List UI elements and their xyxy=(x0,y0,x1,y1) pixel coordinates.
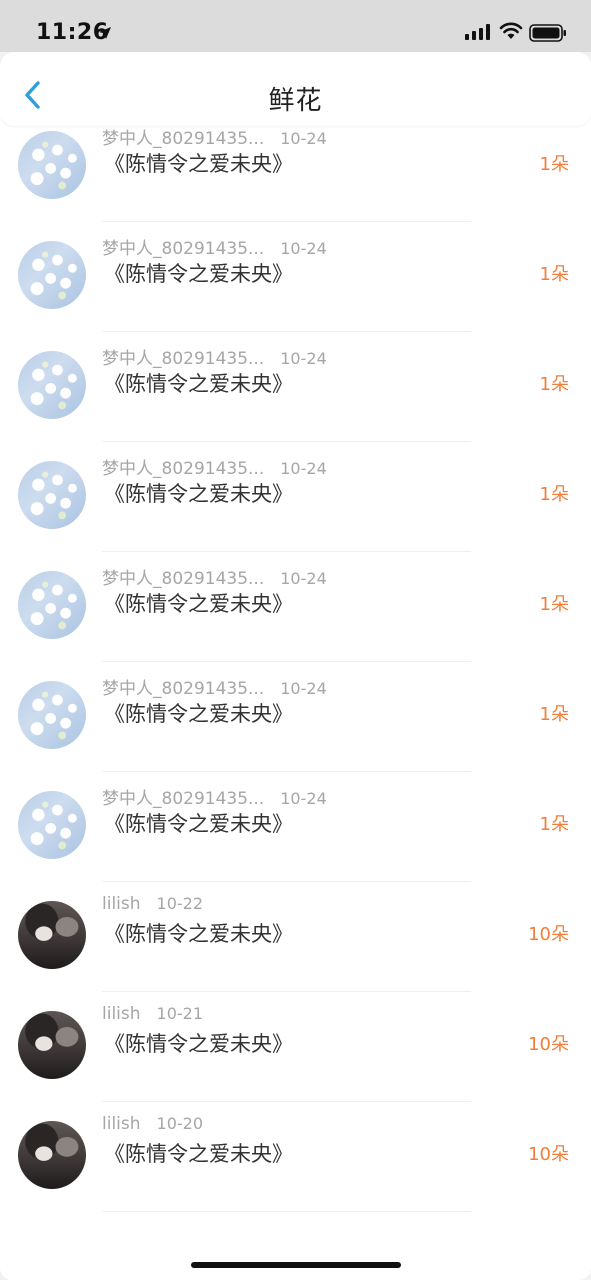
username: 梦中人_80291435... xyxy=(102,349,265,369)
book-title: 《陈情令之爱未央》 xyxy=(104,702,293,726)
location-arrow-icon xyxy=(99,27,111,39)
gift-date: 10-24 xyxy=(280,129,327,148)
user-avatar[interactable] xyxy=(18,131,86,199)
user-avatar[interactable] xyxy=(18,791,86,859)
list-item[interactable]: 梦中人_80291435... 10-24 《陈情令之爱未央》 1朵 xyxy=(0,552,591,662)
status-bar: 11:26 xyxy=(0,0,591,52)
list-item[interactable]: 梦中人_80291435... 10-24 《陈情令之爱未央》 1朵 xyxy=(0,662,591,772)
row-meta: 梦中人_80291435... 10-24 xyxy=(102,784,327,809)
gift-date: 10-21 xyxy=(156,1004,204,1023)
book-title: 《陈情令之爱未央》 xyxy=(104,1142,293,1166)
row-meta: lilish 10-22 xyxy=(102,894,203,914)
book-title: 《陈情令之爱未央》 xyxy=(104,152,293,176)
list-item[interactable]: lilish 10-21 《陈情令之爱未央》 10朵 xyxy=(0,992,591,1102)
book-title: 《陈情令之爱未央》 xyxy=(104,1032,293,1056)
gift-date: 10-24 xyxy=(280,239,327,258)
user-avatar[interactable] xyxy=(18,351,86,419)
home-indicator xyxy=(191,1262,401,1268)
username: 梦中人_80291435... xyxy=(102,679,265,699)
flower-count: 1朵 xyxy=(539,264,569,285)
row-meta: lilish 10-20 xyxy=(102,1114,203,1134)
book-title: 《陈情令之爱未央》 xyxy=(104,482,293,506)
list-item[interactable]: 梦中人_80291435... 10-24 《陈情令之爱未央》 1朵 xyxy=(0,332,591,442)
book-title: 《陈情令之爱未央》 xyxy=(104,922,293,946)
flower-count: 1朵 xyxy=(539,594,569,615)
book-title: 《陈情令之爱未央》 xyxy=(104,262,293,286)
list-item[interactable]: lilish 10-22 《陈情令之爱未央》 10朵 xyxy=(0,882,591,992)
book-title: 《陈情令之爱未央》 xyxy=(104,812,293,836)
row-meta: 梦中人_80291435... 10-24 xyxy=(102,564,327,589)
username: 梦中人_80291435... xyxy=(102,459,265,479)
flower-count: 1朵 xyxy=(539,814,569,835)
user-avatar[interactable] xyxy=(18,1121,86,1189)
list-item[interactable]: 梦中人_80291435... 10-24 《陈情令之爱未央》 1朵 xyxy=(0,222,591,332)
flower-count: 1朵 xyxy=(539,374,569,395)
row-meta: 梦中人_80291435... 10-24 xyxy=(102,344,327,369)
flower-count: 10朵 xyxy=(528,1034,569,1055)
username: 梦中人_80291435... xyxy=(102,239,265,259)
list-item[interactable]: lilish 10-20 《陈情令之爱未央》 10朵 xyxy=(0,1102,591,1212)
username: lilish xyxy=(102,894,141,914)
page-title: 鲜花 xyxy=(268,86,323,116)
flower-gift-list: 《陈情令之爱未央》1朵梦中人_80291435...10-24《陈情令之爱未央》… xyxy=(0,62,591,1280)
username: lilish xyxy=(102,1114,141,1134)
username: 梦中人_80291435... xyxy=(102,129,265,149)
flower-count: 1朵 xyxy=(539,704,569,725)
user-avatar[interactable] xyxy=(18,1011,86,1079)
row-meta: lilish 10-21 xyxy=(102,1004,203,1024)
list-item[interactable]: 梦中人_80291435... 10-24 《陈情令之爱未央》 1朵 xyxy=(0,442,591,552)
gift-date: 10-24 xyxy=(280,679,327,698)
user-avatar[interactable] xyxy=(18,901,86,969)
navigation-bar: 鲜花 xyxy=(0,52,591,126)
user-avatar[interactable] xyxy=(18,461,86,529)
username: 梦中人_80291435... xyxy=(102,569,265,589)
row-meta: 梦中人_80291435... 10-24 xyxy=(102,124,327,149)
gift-date: 10-20 xyxy=(156,1114,204,1133)
flower-count: 10朵 xyxy=(528,924,569,945)
gift-date: 10-24 xyxy=(280,789,327,808)
gift-date: 10-24 xyxy=(280,569,327,588)
flower-count: 1朵 xyxy=(539,154,569,175)
row-divider xyxy=(102,1211,471,1212)
row-meta: 梦中人_80291435... 10-24 xyxy=(102,234,327,259)
row-meta: 梦中人_80291435... 10-24 xyxy=(102,674,327,699)
wifi-icon xyxy=(499,22,523,39)
row-meta: 梦中人_80291435... 10-24 xyxy=(102,454,327,479)
flower-count: 1朵 xyxy=(539,484,569,505)
user-avatar[interactable] xyxy=(18,571,86,639)
book-title: 《陈情令之爱未央》 xyxy=(104,372,293,396)
user-avatar[interactable] xyxy=(18,681,86,749)
list-item[interactable]: 梦中人_80291435... 10-24 《陈情令之爱未央》 1朵 xyxy=(0,772,591,882)
username: lilish xyxy=(102,1004,141,1024)
username: 梦中人_80291435... xyxy=(102,789,265,809)
list-item[interactable]: 梦中人_80291435... 10-24 《陈情令之爱未央》 1朵 xyxy=(0,112,591,222)
signal-icon xyxy=(465,24,490,40)
user-avatar[interactable] xyxy=(18,241,86,309)
book-title: 《陈情令之爱未央》 xyxy=(104,592,293,616)
battery-icon xyxy=(529,24,566,42)
gift-date: 10-22 xyxy=(156,894,204,913)
gift-date: 10-24 xyxy=(280,349,327,368)
gift-date: 10-24 xyxy=(280,459,327,478)
flower-count: 10朵 xyxy=(528,1144,569,1165)
